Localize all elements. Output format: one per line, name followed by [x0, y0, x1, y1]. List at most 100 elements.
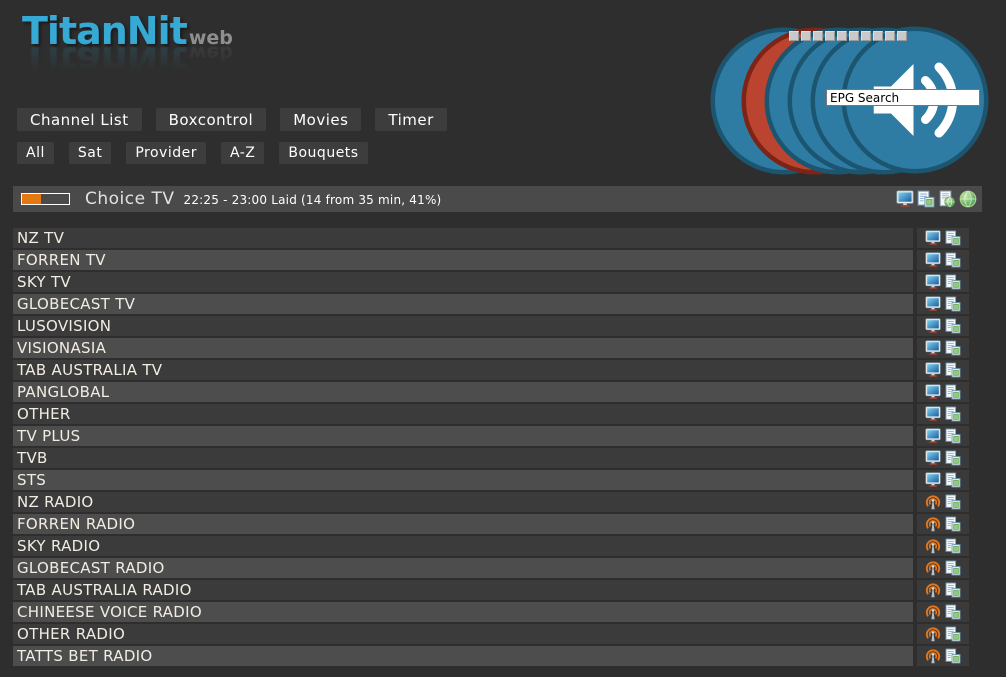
- epg-list-icon[interactable]: [945, 428, 961, 444]
- on-air-antenna-icon[interactable]: [960, 24, 983, 47]
- channel-name[interactable]: NZ TV: [13, 228, 913, 248]
- speaker-icon[interactable]: [765, 25, 786, 46]
- volume-segment[interactable]: [801, 31, 811, 41]
- filter-all[interactable]: All: [17, 142, 54, 164]
- channel-actions: [917, 316, 969, 336]
- epg-list-icon[interactable]: [945, 516, 961, 532]
- filter-sat[interactable]: Sat: [69, 142, 111, 164]
- epg-list-icon[interactable]: [945, 230, 961, 246]
- volume-segment[interactable]: [861, 31, 871, 41]
- epg-list-icon[interactable]: [945, 604, 961, 620]
- zap-tv-icon[interactable]: [925, 428, 941, 444]
- volume-segment[interactable]: [885, 31, 895, 41]
- nav-timer[interactable]: Timer: [375, 108, 446, 131]
- zap-radio-icon[interactable]: [925, 494, 941, 510]
- stop-icon[interactable]: [711, 26, 730, 45]
- epg-list-icon[interactable]: [945, 538, 961, 554]
- volume-bar[interactable]: [789, 31, 909, 41]
- epg-list-icon[interactable]: [945, 384, 961, 400]
- channel-row: SKY RADIO: [13, 536, 969, 556]
- epg-list-icon[interactable]: [945, 472, 961, 488]
- pause-icon[interactable]: [734, 26, 753, 45]
- channel-name[interactable]: NZ RADIO: [13, 492, 913, 512]
- channel-row: GLOBECAST TV: [13, 294, 969, 314]
- epg-list-icon[interactable]: [945, 648, 961, 664]
- remote-keypad-icon[interactable]: [634, 26, 653, 45]
- volume-segment[interactable]: [837, 31, 847, 41]
- epg-list-icon[interactable]: [945, 252, 961, 268]
- filter-provider[interactable]: Provider: [126, 142, 206, 164]
- channel-name[interactable]: OTHER RADIO: [13, 624, 913, 644]
- channel-name[interactable]: FORREN RADIO: [13, 514, 913, 534]
- volume-segment[interactable]: [789, 31, 799, 41]
- volume-segment[interactable]: [849, 31, 859, 41]
- channel-name[interactable]: SKY TV: [13, 272, 913, 292]
- epg-search-input[interactable]: [826, 89, 980, 106]
- epg-list-icon[interactable]: [917, 190, 935, 208]
- epg-list-icon[interactable]: [945, 560, 961, 576]
- globe-icon[interactable]: [959, 190, 977, 208]
- channel-name[interactable]: TVB: [13, 448, 913, 468]
- channel-name[interactable]: VISIONASIA: [13, 338, 913, 358]
- epg-list-icon[interactable]: [945, 274, 961, 290]
- channel-name[interactable]: LUSOVISION: [13, 316, 913, 336]
- zap-tv-icon[interactable]: [925, 384, 941, 400]
- volume-segment[interactable]: [813, 31, 823, 41]
- filter-bouquets[interactable]: Bouquets: [279, 142, 367, 164]
- zap-radio-icon[interactable]: [925, 516, 941, 532]
- zap-radio-icon[interactable]: [925, 648, 941, 664]
- channel-name[interactable]: TATTS BET RADIO: [13, 646, 913, 666]
- channel-name[interactable]: CHINEESE VOICE RADIO: [13, 602, 913, 622]
- zap-radio-icon[interactable]: [925, 626, 941, 642]
- epg-list-icon[interactable]: [945, 494, 961, 510]
- channel-name[interactable]: GLOBECAST RADIO: [13, 558, 913, 578]
- channel-name[interactable]: STS: [13, 470, 913, 490]
- channel-name[interactable]: TAB AUSTRALIA TV: [13, 360, 913, 380]
- zap-tv-icon[interactable]: [925, 296, 941, 312]
- zap-tv-icon[interactable]: [925, 340, 941, 356]
- volume-segment[interactable]: [897, 31, 907, 41]
- nav-channel-list[interactable]: Channel List: [17, 108, 142, 131]
- zap-tv-icon[interactable]: [925, 252, 941, 268]
- nav-boxcontrol[interactable]: Boxcontrol: [156, 108, 267, 131]
- epg-list-icon[interactable]: [945, 340, 961, 356]
- zap-tv-icon[interactable]: [925, 362, 941, 378]
- zap-radio-icon[interactable]: [925, 538, 941, 554]
- app-logo: TitanNitweb TitanNitweb: [22, 12, 233, 79]
- volume-segment[interactable]: [825, 31, 835, 41]
- zap-radio-icon[interactable]: [925, 582, 941, 598]
- zap-tv-icon[interactable]: [925, 450, 941, 466]
- channel-name[interactable]: SKY RADIO: [13, 536, 913, 556]
- zap-radio-icon[interactable]: [925, 604, 941, 620]
- epg-list-icon[interactable]: [945, 582, 961, 598]
- channel-actions: [917, 426, 969, 446]
- nav-movies[interactable]: Movies: [280, 108, 361, 131]
- record-ball-icon[interactable]: [936, 25, 957, 46]
- channel-name[interactable]: GLOBECAST TV: [13, 294, 913, 314]
- stream-file-icon[interactable]: [938, 190, 956, 208]
- zap-tv-icon[interactable]: [925, 472, 941, 488]
- epg-list-icon[interactable]: [945, 626, 961, 642]
- zap-tv-icon[interactable]: [925, 318, 941, 334]
- channel-name[interactable]: FORREN TV: [13, 250, 913, 270]
- channel-name[interactable]: TAB AUSTRALIA RADIO: [13, 580, 913, 600]
- epg-list-icon[interactable]: [945, 450, 961, 466]
- epg-list-icon[interactable]: [945, 406, 961, 422]
- channel-name[interactable]: OTHER: [13, 404, 913, 424]
- zap-tv-icon[interactable]: [925, 230, 941, 246]
- reload-icon[interactable]: [688, 26, 707, 45]
- channel-name[interactable]: TV PLUS: [13, 426, 913, 446]
- epg-list-icon[interactable]: [945, 296, 961, 312]
- zap-tv-icon[interactable]: [925, 274, 941, 290]
- volume-segment[interactable]: [873, 31, 883, 41]
- zap-radio-icon[interactable]: [925, 560, 941, 576]
- tv-icon[interactable]: [896, 190, 914, 208]
- filter-a-z[interactable]: A-Z: [221, 142, 264, 164]
- header-controls: [634, 24, 987, 47]
- channel-row: TATTS BET RADIO: [13, 646, 969, 666]
- zap-tv-icon[interactable]: [925, 406, 941, 422]
- power-icon[interactable]: [665, 26, 684, 45]
- epg-list-icon[interactable]: [945, 318, 961, 334]
- epg-list-icon[interactable]: [945, 362, 961, 378]
- channel-name[interactable]: PANGLOBAL: [13, 382, 913, 402]
